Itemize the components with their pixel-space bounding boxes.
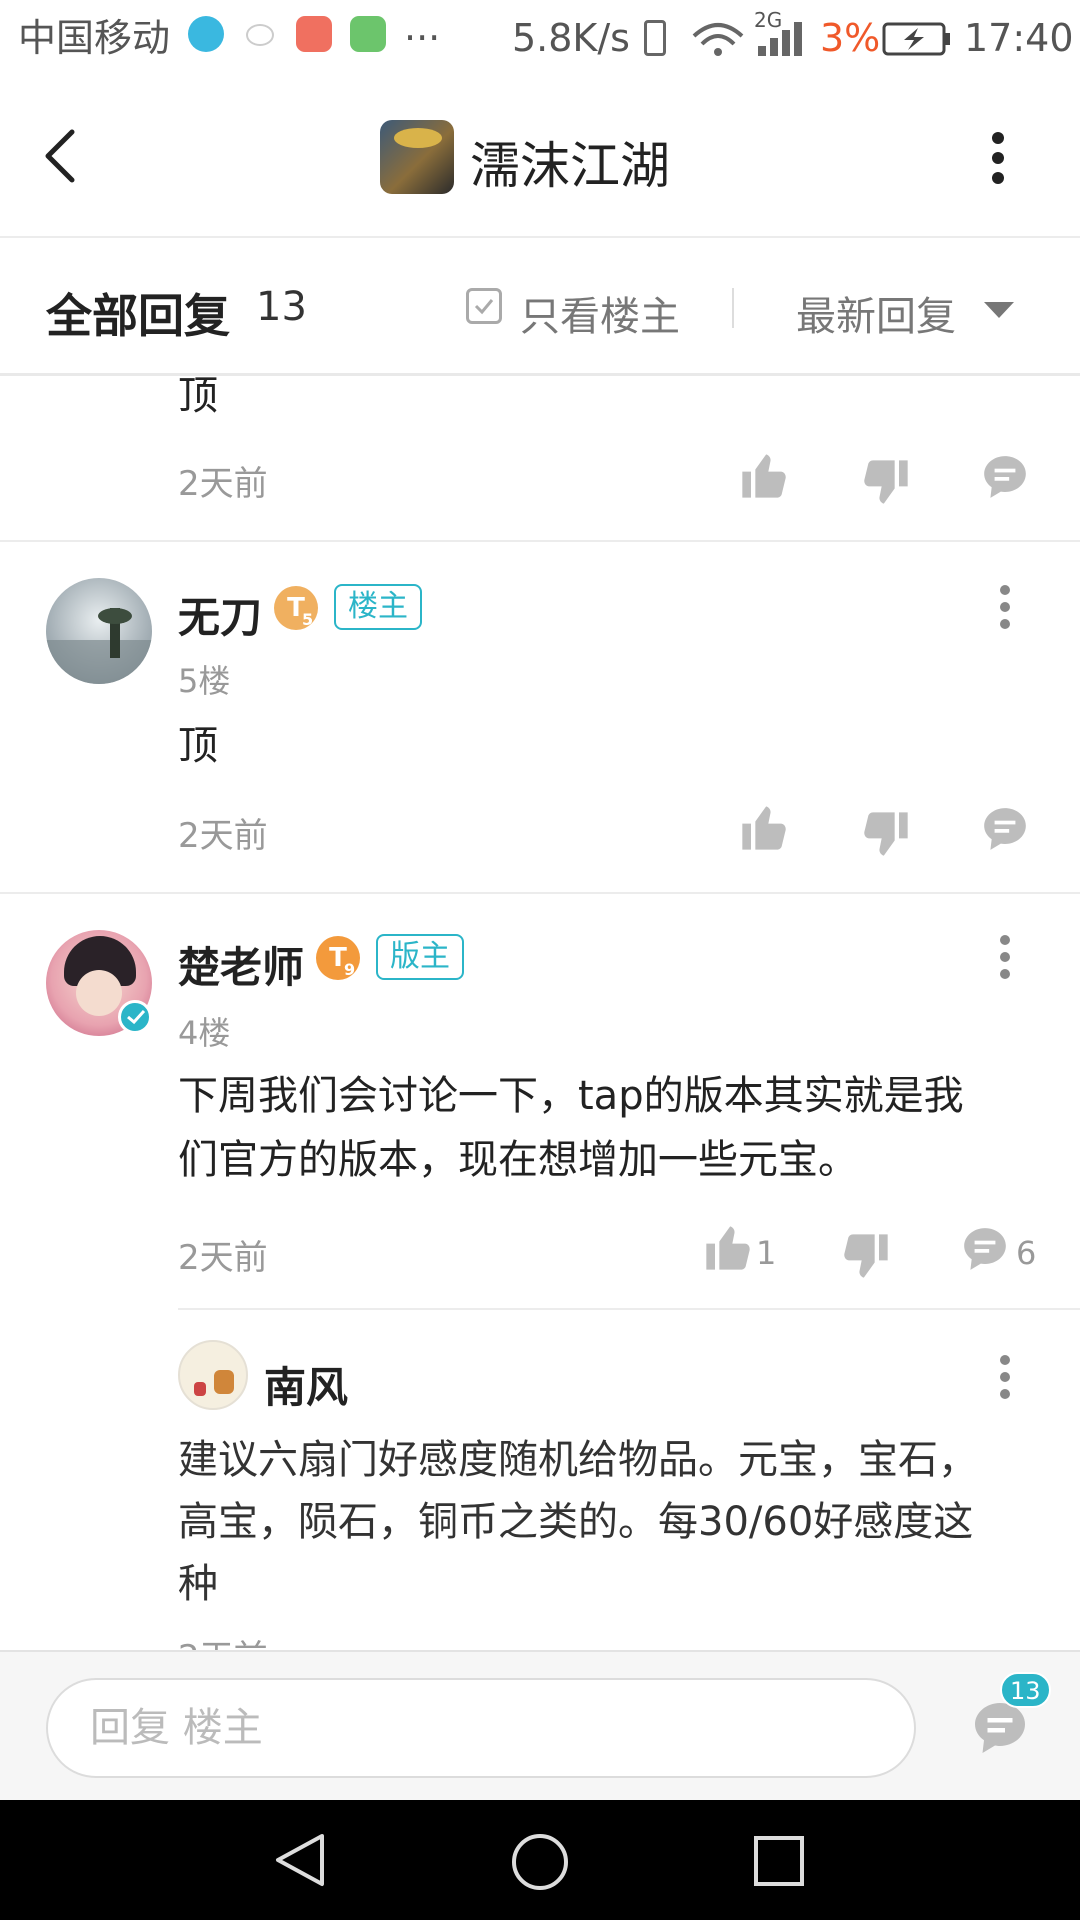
verified-icon: [118, 1000, 152, 1034]
battery-charging-icon: [882, 22, 950, 56]
level-badge-icon: T9: [316, 936, 360, 980]
avatar[interactable]: [46, 578, 152, 684]
game-logo-icon: [380, 120, 454, 194]
op-badge: 楼主: [334, 584, 422, 630]
post-content: 顶: [178, 373, 218, 419]
username[interactable]: 无刀: [178, 584, 262, 645]
signal-icon: [758, 22, 802, 56]
clock: 17:40: [964, 16, 1074, 60]
like-icon[interactable]: [702, 1222, 754, 1274]
dislike-icon[interactable]: [860, 456, 912, 508]
only-op-checkbox[interactable]: [466, 288, 502, 324]
reply-filter-bar: 全部回复 13 只看楼主 最新回复: [0, 240, 1080, 376]
reply-content-line: 建议六扇门好感度随机给物品。元宝，宝石，: [178, 1437, 978, 1483]
all-replies-title: 全部回复: [46, 289, 230, 343]
filter-divider: [732, 288, 734, 328]
comment-icon[interactable]: [960, 1224, 1010, 1274]
reply-time-clipped: 2天前: [178, 1636, 298, 1650]
level-badge-icon: T5: [274, 586, 318, 630]
reply-time: 2天前: [178, 1636, 268, 1650]
reply-input[interactable]: 回复 楼主: [46, 1678, 916, 1778]
username[interactable]: 楚老师: [178, 934, 304, 995]
floor-number: 5楼: [178, 662, 231, 700]
reply-bottom-bar: 回复 楼主 13: [0, 1650, 1080, 1800]
chat-bubble-icon: [246, 24, 274, 46]
app-header: 濡沫江湖: [0, 76, 1080, 238]
post-time: 2天前: [178, 1238, 268, 1278]
post-content-line: 们官方的版本，现在想增加一些元宝。: [178, 1137, 858, 1183]
post-time: 2天前: [178, 464, 268, 504]
reply-content-line: 高宝，陨石，铜币之类的。每30/60好感度这: [178, 1499, 974, 1545]
reply-divider: [178, 1308, 1080, 1310]
nav-back-icon[interactable]: [272, 1832, 328, 1888]
post-content: 顶: [178, 723, 218, 769]
post-time: 2天前: [178, 816, 268, 856]
vibrate-icon: [644, 20, 666, 56]
post-divider: [0, 540, 1080, 542]
dislike-icon[interactable]: [840, 1230, 892, 1282]
comment-icon[interactable]: [980, 452, 1030, 502]
like-count: 1: [756, 1234, 777, 1272]
post-content-line: 下周我们会讨论一下，tap的版本其实就是我: [178, 1073, 964, 1119]
post-menu-icon[interactable]: [998, 934, 1012, 980]
wifi-icon: [692, 23, 744, 56]
more-options-icon[interactable]: [990, 130, 1006, 186]
comment-count: 6: [1016, 1234, 1037, 1272]
comment-count-badge: 13: [1000, 1672, 1051, 1708]
floor-number: 4楼: [178, 1014, 231, 1052]
reply-menu-icon[interactable]: [998, 1354, 1012, 1400]
nav-home-icon[interactable]: [510, 1832, 570, 1892]
reply-username[interactable]: 南风: [264, 1354, 348, 1415]
like-icon[interactable]: [738, 802, 790, 854]
level-number: 9: [344, 960, 356, 979]
status-bar: 中国移动 ··· 5.8K/s 2G 3% 17:40: [0, 0, 1080, 76]
moderator-badge: 版主: [376, 934, 464, 980]
post-divider: [0, 892, 1080, 894]
stopwatch-icon: [188, 16, 224, 52]
back-arrow-icon[interactable]: [40, 128, 80, 184]
dislike-icon[interactable]: [860, 808, 912, 860]
reply-content-line: 种: [178, 1561, 218, 1607]
post-menu-icon[interactable]: [998, 584, 1012, 630]
level-number: 5: [302, 610, 314, 629]
app-notification-icon: [296, 16, 332, 52]
comment-icon[interactable]: [980, 804, 1030, 854]
carrier-label: 中国移动: [18, 16, 171, 60]
avatar[interactable]: [178, 1340, 248, 1410]
app-notification-icon-2: [350, 16, 386, 52]
reply-count: 13: [256, 284, 307, 330]
only-op-toggle[interactable]: 只看楼主: [520, 284, 680, 342]
like-icon[interactable]: [738, 450, 790, 502]
more-notifications-icon: ···: [404, 16, 441, 60]
page-title: 濡沫江湖: [470, 137, 670, 195]
battery-percent: 3%: [820, 16, 881, 60]
sort-dropdown[interactable]: 最新回复: [796, 284, 956, 342]
dropdown-arrow-icon[interactable]: [984, 302, 1014, 320]
system-nav-bar: [0, 1800, 1080, 1920]
net-speed: 5.8K/s: [512, 16, 630, 60]
nav-recents-icon[interactable]: [752, 1834, 806, 1888]
